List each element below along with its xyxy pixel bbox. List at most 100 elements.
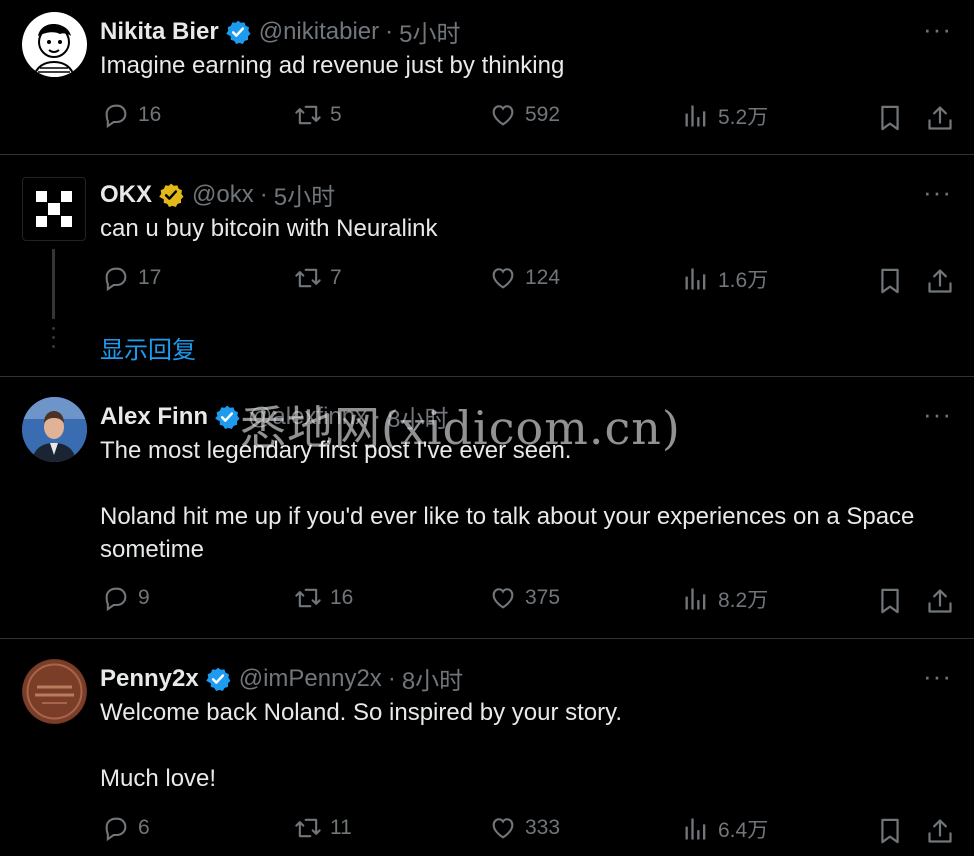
tweet[interactable]: Alex Finn @alexfinnx · 8小时 ··· The most … — [0, 377, 974, 639]
like-count: 333 — [525, 816, 561, 839]
bookmark-button[interactable] — [876, 267, 904, 300]
views-chart-icon — [682, 815, 710, 843]
tweet-time[interactable]: 8小时 — [387, 399, 448, 434]
author-name[interactable]: OKX — [100, 181, 152, 209]
share-icon — [926, 817, 954, 845]
more-options-icon[interactable]: ··· — [923, 14, 952, 45]
reply-icon — [102, 101, 130, 129]
view-count: 5.2万 — [718, 106, 769, 129]
bookmark-icon — [876, 587, 904, 615]
retweet-button[interactable]: 11 — [294, 814, 352, 842]
bookmark-icon — [876, 817, 904, 845]
author-name[interactable]: Nikita Bier — [100, 18, 219, 46]
author-handle[interactable]: @imPenny2x — [239, 665, 382, 693]
share-button[interactable] — [926, 587, 954, 620]
thread-dots — [51, 327, 56, 354]
like-button[interactable]: 333 — [489, 814, 560, 842]
tweet-actions: 16 5 592 5.2万 — [0, 101, 974, 135]
separator-dot: · — [387, 664, 396, 692]
views-button[interactable]: 8.2万 — [682, 584, 768, 614]
bookmark-icon — [876, 104, 904, 132]
like-count: 592 — [525, 103, 561, 126]
reply-icon — [102, 814, 130, 842]
share-icon — [926, 104, 954, 132]
view-count: 8.2万 — [718, 589, 769, 612]
like-button[interactable]: 592 — [489, 101, 560, 129]
bookmark-button[interactable] — [876, 817, 904, 850]
cartoon-face-avatar[interactable] — [22, 12, 87, 77]
view-count: 1.6万 — [718, 269, 769, 292]
like-button[interactable]: 375 — [489, 584, 560, 612]
reply-button[interactable]: 17 — [102, 264, 161, 292]
views-chart-icon — [682, 102, 710, 130]
retweet-button[interactable]: 5 — [294, 101, 342, 129]
author-handle[interactable]: @okx — [192, 181, 254, 209]
tweet[interactable]: Nikita Bier @nikitabier · 5小时 ··· Imagin… — [0, 0, 974, 155]
reply-count: 6 — [138, 816, 150, 839]
tweet-text: The most legendary first post I've ever … — [100, 437, 915, 563]
share-button[interactable] — [926, 104, 954, 137]
share-button[interactable] — [926, 267, 954, 300]
author-name[interactable]: Alex Finn — [100, 403, 208, 431]
bookmark-icon — [876, 267, 904, 295]
retweet-icon — [294, 584, 322, 612]
heart-icon — [489, 584, 517, 612]
tweet-time[interactable]: 5小时 — [399, 14, 460, 49]
verified-badge-icon — [205, 666, 231, 692]
retweet-icon — [294, 814, 322, 842]
tweet-time[interactable]: 5小时 — [274, 177, 335, 212]
more-options-icon[interactable]: ··· — [923, 399, 952, 430]
reply-button[interactable]: 16 — [102, 101, 161, 129]
reply-button[interactable]: 9 — [102, 584, 150, 612]
retweet-button[interactable]: 7 — [294, 264, 342, 292]
reply-icon — [102, 264, 130, 292]
tweet-actions: 17 7 124 1.6万 — [0, 264, 974, 298]
share-icon — [926, 267, 954, 295]
tweet-actions: 6 11 333 6.4万 — [0, 814, 974, 848]
like-count: 375 — [525, 586, 561, 609]
reply-button[interactable]: 6 — [102, 814, 150, 842]
reply-icon — [102, 584, 130, 612]
gold-verified-badge-icon — [158, 182, 184, 208]
reply-count: 16 — [138, 103, 162, 126]
more-options-icon[interactable]: ··· — [923, 661, 952, 692]
tweet-time[interactable]: 8小时 — [402, 661, 463, 696]
verified-badge-icon — [214, 404, 240, 430]
views-button[interactable]: 5.2万 — [682, 101, 768, 131]
retweet-count: 5 — [330, 103, 342, 126]
retweet-count: 11 — [330, 816, 352, 839]
more-options-icon[interactable]: ··· — [923, 177, 952, 208]
views-button[interactable]: 1.6万 — [682, 264, 768, 294]
penny-coin-avatar[interactable] — [22, 659, 87, 724]
tweet-actions: 9 16 375 8.2万 — [0, 584, 974, 618]
retweet-icon — [294, 101, 322, 129]
retweet-button[interactable]: 16 — [294, 584, 353, 612]
heart-icon — [489, 101, 517, 129]
bookmark-button[interactable] — [876, 587, 904, 620]
tweet-text: Imagine earning ad revenue just by think… — [100, 52, 565, 79]
retweet-count: 16 — [330, 586, 354, 609]
reply-count: 9 — [138, 586, 150, 609]
views-chart-icon — [682, 265, 710, 293]
heart-icon — [489, 264, 517, 292]
tweet[interactable]: OKX @okx · 5小时 ··· can u buy bitcoin wit… — [0, 155, 974, 377]
show-replies-link[interactable]: 显示回复 — [100, 330, 196, 365]
views-chart-icon — [682, 585, 710, 613]
reply-count: 17 — [138, 266, 162, 289]
author-handle[interactable]: @alexfinnx — [248, 403, 367, 431]
author-name[interactable]: Penny2x — [100, 665, 199, 693]
bookmark-button[interactable] — [876, 104, 904, 137]
tweet-text: Welcome back Noland. So inspired by your… — [100, 699, 623, 792]
share-button[interactable] — [926, 817, 954, 850]
like-button[interactable]: 124 — [489, 264, 560, 292]
separator-dot: · — [385, 17, 394, 45]
views-button[interactable]: 6.4万 — [682, 814, 768, 844]
separator-dot: · — [259, 180, 268, 208]
author-handle[interactable]: @nikitabier — [259, 18, 379, 46]
tweet[interactable]: Penny2x @imPenny2x · 8小时 ··· Welcome bac… — [0, 639, 974, 856]
like-count: 124 — [525, 266, 561, 289]
man-in-suit-avatar[interactable] — [22, 397, 87, 462]
view-count: 6.4万 — [718, 819, 769, 842]
okx-logo-avatar[interactable] — [22, 177, 86, 241]
retweet-icon — [294, 264, 322, 292]
